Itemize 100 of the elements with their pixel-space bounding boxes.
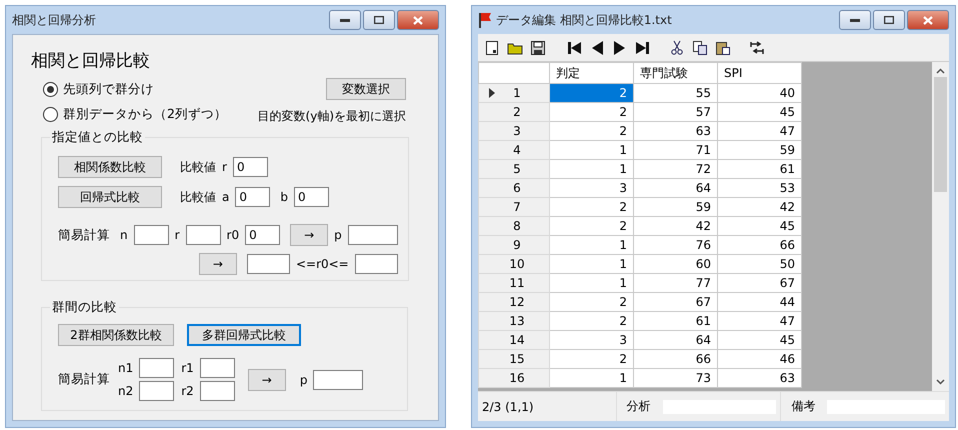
input-field[interactable]	[200, 358, 235, 378]
table-cell[interactable]: 67	[634, 292, 718, 312]
compare-button[interactable]: 多群回帰式比較	[187, 324, 301, 346]
table-cell[interactable]: 53	[718, 178, 802, 198]
radio-option[interactable]: 群別データから（2列ずつ）	[43, 106, 227, 123]
input-field[interactable]: 0	[294, 187, 329, 207]
table-cell[interactable]: 66	[634, 350, 718, 368]
group-title: 群間の比較	[51, 299, 118, 316]
table-cell[interactable]: 46	[718, 350, 802, 368]
field-label: 簡易計算	[58, 226, 110, 244]
input-field[interactable]	[134, 225, 169, 245]
table-cell[interactable]: 76	[634, 236, 718, 254]
table-cell[interactable]: 1	[550, 140, 634, 160]
table-cell[interactable]: 3	[550, 330, 634, 350]
table-cell[interactable]: 63	[634, 122, 718, 140]
table-cell[interactable]: 60	[634, 254, 718, 274]
table-cell[interactable]: 1	[550, 160, 634, 178]
table-cell[interactable]: 2	[550, 198, 634, 216]
input-field[interactable]: 0	[232, 157, 268, 177]
row-number: 12	[508, 295, 526, 309]
table-cell[interactable]: 64	[634, 330, 718, 350]
arrow-button[interactable]: →	[198, 253, 237, 275]
table-cell[interactable]: 2	[550, 312, 634, 330]
table-cell[interactable]: 44	[718, 292, 802, 312]
table-cell[interactable]: 2	[550, 84, 634, 102]
close-button[interactable]	[397, 10, 439, 30]
input-field[interactable]: 0	[245, 225, 280, 245]
table-cell[interactable]: 3	[550, 178, 634, 198]
table-cell[interactable]: 2	[550, 292, 634, 312]
close-button[interactable]	[907, 10, 949, 30]
scrollbar[interactable]	[932, 62, 949, 391]
table-cell[interactable]: 1	[550, 274, 634, 292]
input-field[interactable]: 0	[235, 187, 270, 207]
input-field[interactable]	[246, 254, 290, 274]
input-field[interactable]	[186, 225, 221, 245]
table-cell[interactable]: 59	[634, 198, 718, 216]
input-field[interactable]	[139, 358, 174, 378]
table-cell[interactable]: 57	[634, 102, 718, 122]
scroll-thumb[interactable]	[934, 77, 947, 192]
table-cell[interactable]: 45	[718, 330, 802, 350]
table-cell[interactable]: 59	[718, 140, 802, 160]
maximize-button[interactable]	[873, 10, 905, 30]
table-cell[interactable]: 45	[718, 216, 802, 236]
scroll-down-icon[interactable]	[936, 379, 945, 385]
field-label: n2	[118, 384, 134, 398]
status-label: 分析	[626, 398, 651, 415]
scroll-up-icon[interactable]	[936, 68, 945, 74]
scissors-icon[interactable]	[669, 40, 685, 56]
table-cell[interactable]: 47	[718, 122, 802, 140]
table-cell[interactable]: 2	[550, 216, 634, 236]
arrow-button[interactable]: →	[290, 224, 328, 246]
swap-columns-icon[interactable]	[749, 40, 765, 56]
last-record-icon[interactable]	[635, 40, 651, 56]
table-cell[interactable]: 47	[718, 312, 802, 330]
copy-icon[interactable]	[692, 40, 708, 56]
table-cell[interactable]: 67	[718, 274, 802, 292]
close-icon	[923, 16, 933, 24]
table-cell[interactable]: 77	[634, 274, 718, 292]
regression-compare-button[interactable]: 回帰式比較	[58, 186, 162, 208]
arrow-button[interactable]: →	[248, 368, 286, 390]
paste-icon[interactable]	[715, 40, 731, 56]
row-number: 10	[508, 257, 526, 271]
table-cell[interactable]: 61	[718, 160, 802, 178]
field-label: r	[222, 160, 227, 174]
variable-select-button[interactable]: 変数選択	[326, 78, 406, 100]
maximize-button[interactable]	[363, 10, 395, 30]
input-field[interactable]	[348, 225, 398, 245]
table-cell[interactable]: 2	[550, 350, 634, 368]
table-cell[interactable]: 42	[634, 216, 718, 236]
table-cell[interactable]: 73	[634, 368, 718, 388]
radio-option[interactable]: 先頭列で群分け	[43, 81, 227, 98]
minimize-button[interactable]	[329, 10, 361, 30]
table-cell[interactable]: 2	[550, 102, 634, 122]
new-file-icon[interactable]	[484, 40, 500, 56]
table-cell[interactable]: 64	[634, 178, 718, 198]
first-record-icon[interactable]	[566, 40, 582, 56]
table-cell[interactable]: 45	[718, 102, 802, 122]
table-cell[interactable]: 66	[718, 236, 802, 254]
table-cell[interactable]: 1	[550, 254, 634, 274]
input-field[interactable]	[200, 381, 235, 401]
table-cell[interactable]: 72	[634, 160, 718, 178]
minimize-button[interactable]	[839, 10, 871, 30]
table-cell[interactable]: 1	[550, 368, 634, 388]
row-pointer-icon	[489, 88, 495, 98]
input-field[interactable]	[354, 254, 398, 274]
table-cell[interactable]: 63	[718, 368, 802, 388]
table-cell[interactable]: 50	[718, 254, 802, 274]
save-icon[interactable]	[530, 40, 546, 56]
input-field[interactable]	[139, 381, 174, 401]
table-cell[interactable]: 1	[550, 236, 634, 254]
table-cell[interactable]: 61	[634, 312, 718, 330]
table-cell[interactable]: 40	[718, 84, 802, 102]
table-cell[interactable]: 71	[634, 140, 718, 160]
input-field[interactable]	[313, 370, 364, 390]
table-cell[interactable]: 2	[550, 122, 634, 140]
field-label: r2	[181, 384, 194, 398]
compare-button[interactable]: 2群相関係数比較	[58, 324, 174, 346]
table-cell[interactable]: 42	[718, 198, 802, 216]
table-cell[interactable]: 55	[634, 84, 718, 102]
correlation-compare-button[interactable]: 相関係数比較	[58, 156, 162, 178]
